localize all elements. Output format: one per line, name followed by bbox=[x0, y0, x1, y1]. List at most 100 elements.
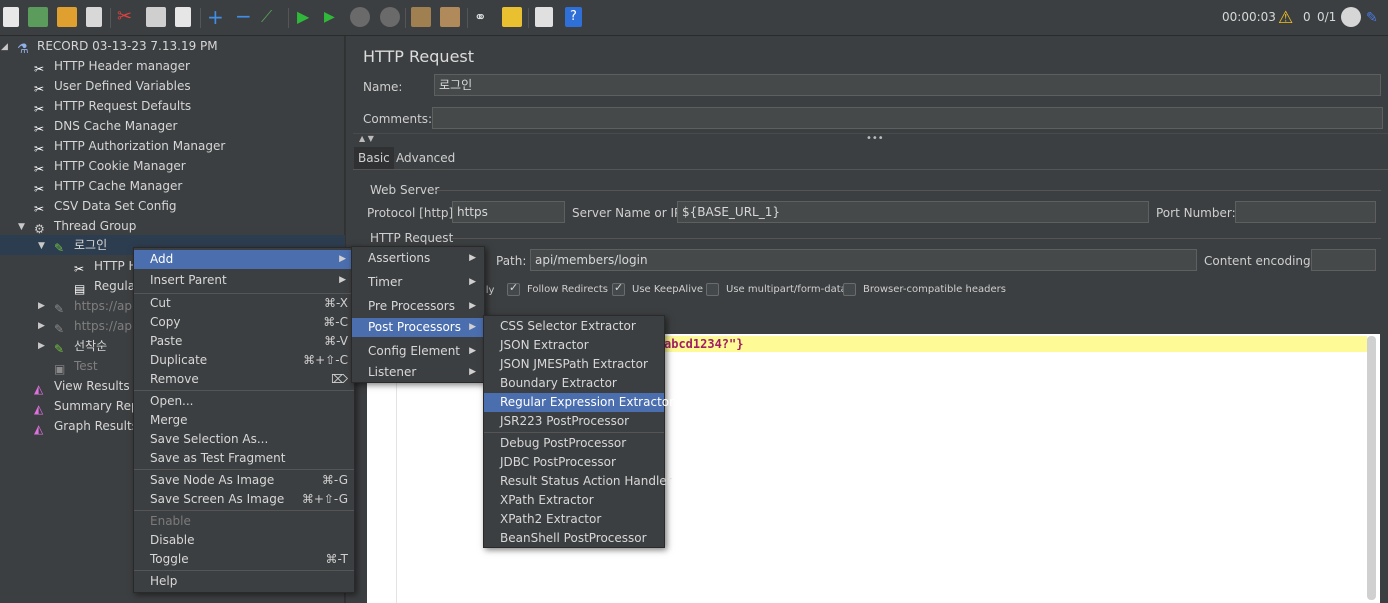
menu-item-save-fragment[interactable]: Save as Test Fragment bbox=[134, 449, 354, 468]
menu-item-cut[interactable]: Cut ⌘-X bbox=[134, 294, 354, 313]
cut-icon[interactable]: ✂ bbox=[117, 7, 137, 27]
new-icon[interactable] bbox=[3, 7, 19, 27]
search-icon[interactable]: ⚭ bbox=[474, 7, 494, 27]
help-icon[interactable]: ? bbox=[565, 7, 582, 27]
tree-item[interactable]: ◭ Summary Rep bbox=[34, 396, 139, 416]
follow-redirects-checkbox[interactable] bbox=[507, 281, 520, 296]
server-field[interactable]: ${BASE_URL_1} bbox=[677, 201, 1149, 223]
clear-icon[interactable] bbox=[411, 7, 431, 27]
save-icon[interactable] bbox=[86, 7, 102, 27]
menu-item-jdbc-postprocessor[interactable]: JDBC PostProcessor bbox=[484, 453, 664, 472]
tab-basic[interactable]: Basic bbox=[354, 147, 394, 169]
menu-item-post-processors[interactable]: Post Processors ▶ bbox=[352, 318, 484, 337]
tree-item[interactable]: ✂ HTTP H bbox=[74, 256, 138, 276]
log-viewer-icon[interactable]: ✎ bbox=[1366, 8, 1386, 28]
reset-search-icon[interactable] bbox=[502, 7, 522, 27]
menu-item-debug-postprocessor[interactable]: Debug PostProcessor bbox=[484, 434, 664, 453]
menu-item-paste[interactable]: Paste ⌘-V bbox=[134, 332, 354, 351]
menu-item-css-selector-extractor[interactable]: CSS Selector Extractor bbox=[484, 317, 664, 336]
menu-item-toggle[interactable]: Toggle ⌘-T bbox=[134, 550, 354, 569]
tree-item[interactable]: ✂ DNS Cache Manager bbox=[34, 116, 177, 136]
collapse-arrows-icon[interactable]: ▲ ▼ bbox=[359, 134, 374, 143]
tree-item-thread-group[interactable]: ⚙ Thread Group bbox=[34, 216, 136, 236]
expand-arrow-icon[interactable]: ▶ bbox=[38, 341, 48, 351]
expand-icon[interactable]: + bbox=[207, 7, 227, 27]
menu-item-jsr223-postprocessor[interactable]: JSR223 PostProcessor bbox=[484, 412, 664, 431]
scissors-icon: ✂ bbox=[34, 142, 45, 156]
tree-item[interactable]: ✂ HTTP Request Defaults bbox=[34, 96, 191, 116]
menu-item-copy[interactable]: Copy ⌘-C bbox=[134, 313, 354, 332]
menu-item-json-extractor[interactable]: JSON Extractor bbox=[484, 336, 664, 355]
menu-item-pre-processors[interactable]: Pre Processors ▶ bbox=[352, 297, 484, 316]
menu-item-beanshell-postprocessor[interactable]: BeanShell PostProcessor bbox=[484, 529, 664, 548]
paste-icon[interactable] bbox=[175, 7, 191, 27]
warning-icon[interactable]: ⚠ bbox=[1278, 8, 1298, 28]
tree-item-disabled[interactable]: ✎ https://api bbox=[54, 316, 135, 336]
menu-item-result-status-handler[interactable]: Result Status Action Handler bbox=[484, 472, 672, 491]
expand-arrow-icon[interactable]: ▶ bbox=[38, 321, 48, 331]
expand-arrow-icon[interactable]: ▼ bbox=[18, 222, 28, 232]
comments-field[interactable] bbox=[432, 107, 1383, 129]
editor-scrollbar[interactable] bbox=[1367, 336, 1376, 600]
menu-item-disable[interactable]: Disable bbox=[134, 531, 354, 550]
menu-item-duplicate[interactable]: Duplicate ⌘+⇧-C bbox=[134, 351, 354, 370]
menu-item-add[interactable]: Add ▶ bbox=[134, 250, 354, 269]
copy-icon[interactable] bbox=[146, 7, 166, 27]
menu-item-regex-extractor[interactable]: Regular Expression Extractor bbox=[484, 393, 674, 412]
tree-item-disabled[interactable]: ▣ Test bbox=[54, 356, 98, 376]
tree-item[interactable]: ✂ HTTP Cache Manager bbox=[34, 176, 182, 196]
tree-item[interactable]: ◭ View Results T bbox=[34, 376, 141, 396]
start-icon[interactable]: ▶ bbox=[297, 7, 317, 27]
open-icon[interactable] bbox=[57, 7, 77, 27]
toggle-icon[interactable]: ⟋ bbox=[261, 7, 281, 27]
menu-item-timer[interactable]: Timer ▶ bbox=[352, 273, 484, 292]
menu-item-assertions[interactable]: Assertions ▶ bbox=[352, 249, 484, 268]
tree-item[interactable]: ✂ HTTP Authorization Manager bbox=[34, 136, 225, 156]
menu-item-config-element[interactable]: Config Element ▶ bbox=[352, 342, 484, 361]
tree-item-root[interactable]: ⚗ RECORD 03-13-23 7.13.19 PM bbox=[17, 36, 218, 57]
drag-handle-icon[interactable]: ••• bbox=[866, 133, 884, 144]
port-field[interactable] bbox=[1235, 201, 1376, 223]
multipart-checkbox[interactable] bbox=[706, 283, 719, 296]
start-no-pause-icon[interactable]: ▶ bbox=[324, 7, 344, 27]
menu-item-save-screen-image[interactable]: Save Screen As Image ⌘+⇧-G bbox=[134, 490, 354, 509]
browser-headers-checkbox[interactable] bbox=[843, 283, 856, 296]
clear-all-icon[interactable] bbox=[440, 7, 460, 27]
name-field[interactable]: 로그인 bbox=[434, 74, 1381, 96]
shutdown-icon[interactable] bbox=[380, 7, 400, 27]
tree-item[interactable]: ✂ User Defined Variables bbox=[34, 76, 191, 96]
expand-arrow-icon[interactable]: ▼ bbox=[38, 241, 48, 251]
menu-item-save-selection[interactable]: Save Selection As... bbox=[134, 430, 354, 449]
menu-item-save-node-image[interactable]: Save Node As Image ⌘-G bbox=[134, 471, 354, 490]
tab-advanced[interactable]: Advanced bbox=[392, 147, 459, 169]
tree-item[interactable]: ▤ Regula bbox=[74, 276, 135, 296]
menu-item-listener[interactable]: Listener ▶ bbox=[352, 363, 484, 382]
menu-item-insert-parent[interactable]: Insert Parent ▶ bbox=[134, 271, 354, 290]
menu-item-help[interactable]: Help bbox=[134, 572, 354, 591]
menu-item-xpath2-extractor[interactable]: XPath2 Extractor bbox=[484, 510, 664, 529]
path-field[interactable]: api/members/login bbox=[530, 249, 1197, 271]
protocol-field[interactable]: https bbox=[452, 201, 565, 223]
keepalive-checkbox[interactable] bbox=[612, 281, 625, 296]
tree-item[interactable]: ✂ HTTP Cookie Manager bbox=[34, 156, 186, 176]
tree-item[interactable]: ✂ HTTP Header manager bbox=[34, 56, 190, 76]
tree-item[interactable]: ✂ CSV Data Set Config bbox=[34, 196, 177, 216]
menu-item-boundary-extractor[interactable]: Boundary Extractor bbox=[484, 374, 664, 393]
menu-item-open[interactable]: Open... bbox=[134, 392, 354, 411]
tree-item-disabled[interactable]: ✎ https://api bbox=[54, 296, 135, 316]
menu-item-json-jmespath-extractor[interactable]: JSON JMESPath Extractor bbox=[484, 355, 664, 374]
tree-item[interactable]: ◭ Graph Results bbox=[34, 416, 138, 436]
tree-item-login[interactable]: ✎ 로그인 bbox=[54, 235, 107, 255]
templates-icon[interactable] bbox=[28, 7, 48, 27]
collapse-icon[interactable]: − bbox=[235, 6, 255, 27]
function-helper-icon[interactable] bbox=[535, 7, 553, 27]
expand-arrow-icon[interactable]: ◢ bbox=[1, 42, 11, 52]
encoding-field[interactable] bbox=[1311, 249, 1376, 271]
tree-item[interactable]: ✎ 선착순 bbox=[54, 336, 107, 356]
menu-item-merge[interactable]: Merge bbox=[134, 411, 354, 430]
stop-icon[interactable] bbox=[350, 7, 370, 27]
menu-item-remove[interactable]: Remove ⌦ bbox=[134, 370, 354, 389]
expand-arrow-icon[interactable]: ▶ bbox=[38, 301, 48, 311]
remote-icon[interactable] bbox=[1341, 7, 1361, 27]
menu-item-xpath-extractor[interactable]: XPath Extractor bbox=[484, 491, 664, 510]
